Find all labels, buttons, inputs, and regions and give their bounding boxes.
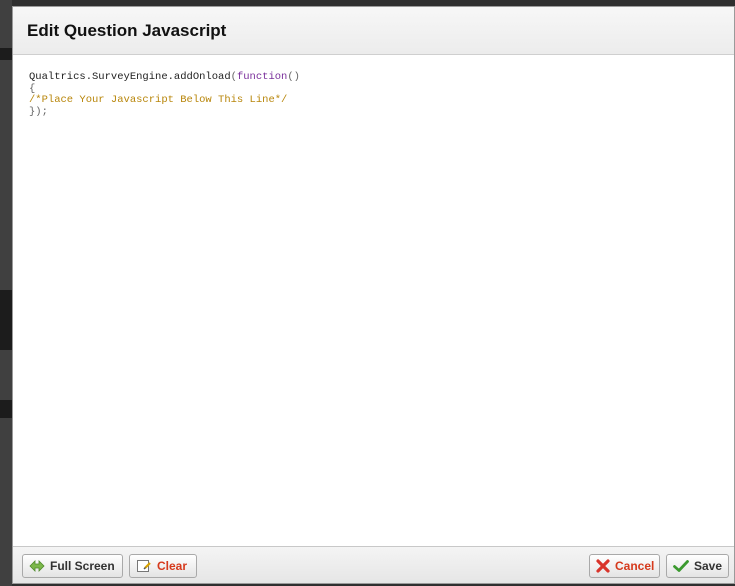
code-keyword: function — [236, 71, 288, 83]
clear-document-icon — [136, 558, 152, 574]
code-parens: () — [287, 71, 300, 83]
background-fragment — [0, 290, 12, 350]
code-editor[interactable]: Qualtrics.SurveyEngine.addOnload(functio… — [13, 55, 734, 546]
cancel-label: Cancel — [615, 559, 655, 573]
background-page-edge — [0, 0, 12, 586]
dialog-footer: Full Screen Clear Cancel Save — [13, 546, 734, 583]
dialog-title: Edit Question Javascript — [27, 21, 227, 40]
checkmark-icon — [673, 558, 689, 574]
clear-button[interactable]: Clear — [129, 554, 197, 578]
full-screen-label: Full Screen — [50, 559, 115, 573]
arrows-expand-icon — [29, 558, 45, 574]
code-line-3: /*Place Your Javascript Below This Line*… — [29, 94, 288, 106]
background-fragment — [0, 48, 12, 60]
code-object: Qualtrics.SurveyEngine.addOnload — [29, 71, 231, 83]
cancel-button[interactable]: Cancel — [589, 554, 660, 578]
dialog-header: Edit Question Javascript — [13, 7, 734, 55]
background-fragment — [0, 400, 12, 418]
code-line-1: Qualtrics.SurveyEngine.addOnload(functio… — [29, 71, 734, 84]
save-button[interactable]: Save — [666, 554, 729, 578]
clear-label: Clear — [157, 559, 188, 573]
edit-javascript-dialog: Edit Question Javascript Qualtrics.Surve… — [12, 6, 735, 584]
save-label: Save — [694, 559, 723, 573]
full-screen-button[interactable]: Full Screen — [22, 554, 123, 578]
x-cross-icon — [596, 558, 610, 574]
code-line-4: }); — [29, 105, 48, 118]
